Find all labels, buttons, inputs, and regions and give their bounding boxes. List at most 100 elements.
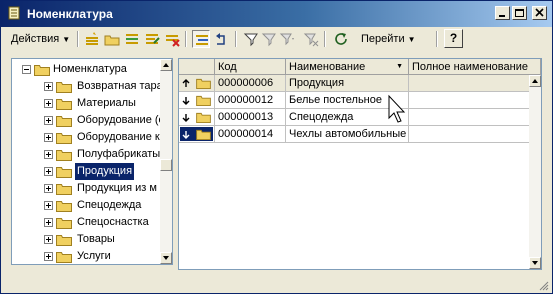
- group-tree[interactable]: Номенклатура Возвратная тара Материалы О…: [11, 58, 173, 265]
- toolbar: Действия ▼ Перейти ▼ ?: [4, 28, 549, 50]
- refresh-button[interactable]: [332, 30, 350, 48]
- expand-icon[interactable]: [44, 218, 53, 227]
- folder-icon: [56, 235, 72, 246]
- scroll-up-button[interactable]: [529, 75, 541, 87]
- catalog-icon: [8, 6, 20, 20]
- close-icon: [535, 8, 544, 17]
- expand-icon[interactable]: [44, 201, 53, 210]
- minimize-button[interactable]: [495, 6, 510, 20]
- goto-menu[interactable]: Перейти ▼: [361, 31, 416, 47]
- actions-menu[interactable]: Действия ▼: [8, 31, 73, 47]
- tree-item-label: Продукция: [75, 163, 135, 180]
- column-header-code[interactable]: Код: [215, 59, 286, 75]
- catalog-window: Номенклатура Действия ▼ Перейти ▼ ? Номе…: [0, 0, 553, 294]
- cell-full-name: [409, 92, 541, 109]
- expand-icon[interactable]: [44, 133, 53, 142]
- folder-icon: [56, 167, 72, 178]
- tree-root-label: Номенклатура: [53, 63, 127, 75]
- copy-item-button[interactable]: [123, 30, 141, 48]
- title-bar[interactable]: Номенклатура: [1, 1, 552, 27]
- expand-icon[interactable]: [44, 184, 53, 193]
- folder-icon: [56, 201, 72, 212]
- folder-icon: [56, 133, 72, 144]
- expand-icon[interactable]: [44, 235, 53, 244]
- toolbar-separator: [185, 31, 187, 47]
- items-table[interactable]: Код Наименование ▼ Полное наименование 0…: [178, 58, 542, 270]
- add-group-button[interactable]: [103, 30, 121, 48]
- filter-by-value-button[interactable]: [260, 30, 278, 48]
- tree-item-label: Полуфабрикаты: [77, 148, 161, 160]
- folder-icon: [34, 65, 50, 76]
- expand-icon[interactable]: [44, 252, 53, 261]
- folder-icon: [56, 252, 72, 263]
- cell-code: 000000006: [215, 75, 286, 92]
- filter-button[interactable]: [242, 30, 260, 48]
- edit-item-button[interactable]: [143, 30, 161, 48]
- folder-icon: [196, 129, 211, 140]
- row-marker-cell: [179, 92, 215, 109]
- hierarchy-list-icon: [196, 35, 208, 45]
- window-title: Номенклатура: [27, 7, 113, 21]
- collapse-icon[interactable]: [22, 65, 31, 74]
- column-header-name-label: Наименование: [289, 61, 366, 73]
- folder-icon: [196, 95, 211, 106]
- tree-vertical-scrollbar[interactable]: [160, 59, 172, 264]
- filter-value-icon: [261, 33, 276, 47]
- child-group-icon: [182, 131, 190, 139]
- column-header-full-name[interactable]: Полное наименование: [409, 59, 541, 75]
- expand-icon[interactable]: [44, 150, 53, 159]
- clear-filter-button[interactable]: [302, 30, 320, 48]
- expand-icon[interactable]: [44, 116, 53, 125]
- close-button[interactable]: [532, 6, 547, 20]
- child-group-icon: [182, 97, 190, 105]
- cell-full-name: [409, 75, 541, 92]
- dropdown-arrow-icon: ▼: [407, 35, 416, 44]
- filter-history-button[interactable]: [278, 30, 296, 48]
- maximize-button[interactable]: [512, 6, 527, 20]
- folder-icon: [196, 112, 211, 123]
- expand-icon[interactable]: [44, 82, 53, 91]
- expand-icon[interactable]: [44, 99, 53, 108]
- arrow-up-icon: [163, 63, 169, 67]
- scroll-thumb[interactable]: [160, 159, 172, 171]
- add-item-icon: [86, 32, 98, 45]
- delete-item-button[interactable]: [163, 30, 181, 48]
- tree-item-label: Оборудование к: [77, 131, 160, 143]
- sort-down-icon: ▼: [396, 63, 403, 70]
- row-marker-cell: [179, 75, 215, 92]
- scroll-up-button[interactable]: [160, 59, 172, 71]
- level-up-icon: [216, 33, 225, 45]
- tree-item-label: Товары: [77, 233, 115, 245]
- cell-name: Продукция: [286, 75, 409, 92]
- filter-icon: [243, 33, 258, 47]
- status-bar: [1, 276, 552, 293]
- level-up-button[interactable]: [212, 30, 230, 48]
- arrow-up-icon: [532, 79, 538, 83]
- cell-code: 000000013: [215, 109, 286, 126]
- hierarchy-toggle-button[interactable]: [192, 30, 210, 48]
- scroll-down-button[interactable]: [160, 252, 172, 264]
- maximize-icon: [515, 9, 524, 17]
- scroll-down-button[interactable]: [529, 257, 541, 269]
- refresh-icon: [335, 33, 347, 45]
- expand-icon[interactable]: [44, 167, 53, 176]
- folder-icon: [56, 218, 72, 229]
- edit-icon: [146, 34, 160, 44]
- add-folder-icon: [104, 35, 120, 46]
- column-header-name[interactable]: Наименование ▼: [286, 59, 409, 75]
- child-group-icon: [182, 114, 190, 122]
- folder-icon: [56, 116, 72, 127]
- mouse-pointer-icon: [388, 94, 406, 123]
- delete-icon: [166, 35, 180, 47]
- copy-icon: [126, 34, 138, 44]
- tree-item-label: Услуги: [77, 250, 111, 262]
- tree-item-label: Спецоснастка: [77, 216, 149, 228]
- grid-vertical-scrollbar[interactable]: [529, 75, 541, 269]
- arrow-down-icon: [532, 261, 538, 265]
- tree-item-label: Оборудование (о: [77, 114, 165, 126]
- tree-item-label: Продукция из м: [77, 182, 157, 194]
- help-button[interactable]: ?: [444, 29, 463, 48]
- resize-grip-icon[interactable]: [537, 279, 549, 291]
- add-item-button[interactable]: [83, 30, 101, 48]
- toolbar-separator: [77, 31, 79, 47]
